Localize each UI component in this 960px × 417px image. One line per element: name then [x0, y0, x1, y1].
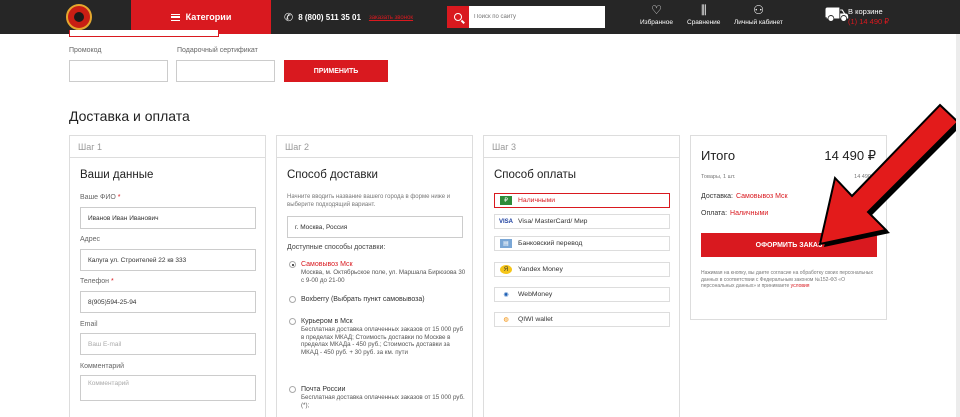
summary-total: 14 490 ₽	[824, 148, 876, 163]
city-field[interactable]: г. Москва, Россия	[287, 216, 463, 238]
top-header: Категории ✆ 8 (800) 511 35 01 заказать з…	[0, 0, 960, 34]
cart-sum: (1) 14 490 ₽	[848, 17, 890, 26]
scrollbar[interactable]	[956, 34, 960, 417]
qiwi-icon: ◍	[503, 317, 509, 323]
email-label: Email	[80, 321, 98, 328]
legal-note: Нажимая на кнопку, вы даете согласие на …	[701, 270, 873, 289]
search-input[interactable]	[469, 6, 605, 28]
delivery-option-title: Почта России	[301, 386, 346, 393]
name-label: Ваше ФИО *	[80, 194, 121, 201]
payment-label: WebMoney	[518, 291, 553, 298]
promo-label: Промокод	[69, 47, 102, 54]
certificate-label: Подарочный сертификат	[177, 47, 258, 54]
payment-card[interactable]: VISA Visa/ MasterCard/ Мир	[494, 214, 670, 229]
heart-icon: ♡	[651, 3, 662, 17]
delivery-option-desc: Бесплатная доставка оплаченных заказов о…	[301, 325, 464, 357]
logo[interactable]	[66, 4, 92, 30]
name-field[interactable]: Иванов Иван Иванович	[80, 207, 256, 229]
address-label: Адрес	[80, 236, 101, 243]
step3-label: Шаг 3	[484, 136, 679, 158]
delivery-option-post[interactable]: Почта России Бесплатная доставка оплачен…	[289, 386, 466, 409]
delivery-summary: Доставка: Самовывоз Мск	[701, 193, 788, 200]
favorites-label: Избранное	[640, 19, 673, 26]
step1-panel: Шаг 1 Ваши данные Ваше ФИО * Иванов Иван…	[69, 135, 266, 417]
user-icon: ⚇	[753, 3, 764, 17]
delivery-option-boxberry[interactable]: Boxberry (Выбрать пункт самовывоза)	[289, 296, 425, 304]
comment-label: Комментарий	[80, 363, 125, 370]
menu-icon	[170, 13, 180, 21]
search-button[interactable]	[447, 6, 469, 28]
search-icon	[454, 13, 462, 21]
payment-cash[interactable]: ₽ Наличными	[494, 193, 670, 208]
radio[interactable]	[289, 296, 296, 303]
certificate-input[interactable]	[176, 60, 275, 82]
delivery-option-title: Курьером в Мск	[301, 318, 353, 325]
phone-block: ✆ 8 (800) 511 35 01 заказать звонок	[284, 11, 413, 24]
phone-label: Телефон *	[80, 278, 114, 285]
step2-label: Шаг 2	[277, 136, 472, 158]
payment-label: Наличными	[518, 197, 556, 204]
step2-title: Способ доставки	[287, 169, 378, 181]
card-icon: VISA	[499, 218, 514, 225]
phone-field[interactable]: 8(905)594-25-94	[80, 291, 256, 313]
bank-icon: ▤	[500, 239, 512, 248]
delivery-option-desc: Бесплатная доставка оплаченных заказов о…	[301, 393, 465, 409]
email-field[interactable]: Ваш E-mail	[80, 333, 256, 355]
payment-label: Visa/ MasterCard/ Мир	[518, 218, 588, 225]
cart-icon: ⛟	[824, 4, 850, 26]
payment-bank[interactable]: ▤ Банковский перевод	[494, 236, 670, 251]
city-hint: Начните вводить название вашего города в…	[287, 194, 451, 208]
order-summary: Итого 14 490 ₽ Товары, 1 шт. 14 490 ₽ До…	[690, 135, 887, 320]
payment-webmoney[interactable]: ◉ WebMoney	[494, 287, 670, 302]
goods-sum: 14 490 ₽	[854, 174, 876, 180]
payment-yandex[interactable]: Я Yandex Money	[494, 262, 670, 277]
callback-link[interactable]: заказать звонок	[369, 15, 413, 21]
step2-panel: Шаг 2 Способ доставки Начните вводить на…	[276, 135, 473, 417]
categories-label: Категории	[185, 12, 232, 22]
available-delivery-label: Доступные способы доставки:	[287, 244, 386, 251]
radio[interactable]	[289, 386, 296, 393]
step3-title: Способ оплаты	[494, 169, 576, 181]
phone-icon: ✆	[284, 12, 294, 24]
payment-summary: Оплата: Наличными	[701, 210, 769, 217]
step1-title: Ваши данные	[80, 169, 154, 181]
payment-qiwi[interactable]: ◍ QIWI wallet	[494, 312, 670, 327]
webmoney-icon: ◉	[503, 292, 509, 298]
delivery-option-title: Самовывоз Мск	[301, 261, 353, 268]
radio[interactable]	[289, 318, 296, 325]
categories-button[interactable]: Категории	[131, 0, 271, 34]
cash-icon: ₽	[500, 196, 512, 205]
summary-title: Итого	[701, 148, 736, 163]
address-field[interactable]: Калуга ул. Строителей 22 кв 333	[80, 249, 256, 271]
payment-label: Банковский перевод	[518, 240, 583, 247]
step1-label: Шаг 1	[70, 136, 265, 158]
yandex-icon: Я	[500, 265, 512, 274]
phone-number[interactable]: 8 (800) 511 35 01	[298, 13, 361, 22]
page-title: Доставка и оплата	[69, 108, 190, 124]
comment-field[interactable]: Комментарий	[80, 375, 256, 401]
delivery-option-desc: Москва, м. Октябрьское поле, ул. Маршала…	[301, 268, 466, 284]
cart-title: В корзине	[848, 7, 883, 16]
apply-button[interactable]: ПРИМЕНИТЬ	[284, 60, 388, 82]
bar-chart-icon: ⫼	[700, 3, 707, 17]
radio-selected[interactable]	[289, 261, 296, 268]
compare-label: Сравнение	[687, 19, 721, 26]
delivery-option-title: Boxberry (Выбрать пункт самовывоза)	[301, 296, 425, 303]
previous-field[interactable]	[69, 30, 219, 37]
favorites-link[interactable]: ♡ Избранное	[640, 3, 673, 27]
account-label: Личный кабинет	[734, 19, 783, 26]
payment-label: QIWI wallet	[518, 316, 553, 323]
cart-link[interactable]: ⛟ В корзине (1) 14 490 ₽	[824, 4, 944, 30]
place-order-button[interactable]: ОФОРМИТЬ ЗАКАЗ	[701, 233, 877, 257]
promo-input[interactable]	[69, 60, 168, 82]
delivery-option-courier[interactable]: Курьером в Мск Бесплатная доставка оплач…	[289, 318, 466, 357]
account-link[interactable]: ⚇ Личный кабинет	[734, 3, 783, 27]
step3-panel: Шаг 3 Способ оплаты ₽ Наличными VISA Vis…	[483, 135, 680, 417]
compare-link[interactable]: ⫼ Сравнение	[687, 3, 721, 27]
terms-link[interactable]: условия	[791, 283, 810, 289]
delivery-option-pickup[interactable]: Самовывоз Мск Москва, м. Октябрьское пол…	[289, 261, 466, 284]
payment-label: Yandex Money	[518, 266, 563, 273]
goods-count: Товары, 1 шт.	[701, 174, 736, 180]
